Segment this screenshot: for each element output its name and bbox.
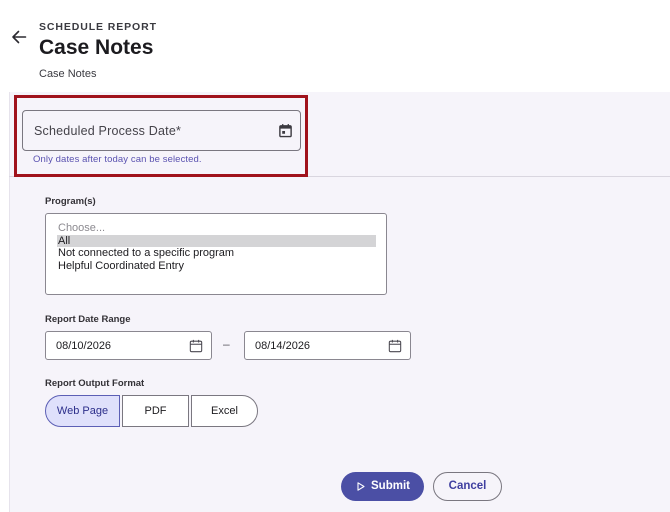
page-title: Case Notes: [39, 36, 154, 59]
programs-listbox[interactable]: Choose... All Not connected to a specifi…: [45, 213, 387, 295]
start-date-input[interactable]: 08/10/2026: [45, 331, 212, 360]
program-option-all[interactable]: All: [57, 234, 376, 247]
program-option-helpful-coordinated-entry[interactable]: Helpful Coordinated Entry: [57, 260, 376, 273]
start-date-value: 08/10/2026: [56, 340, 112, 352]
back-button[interactable]: [9, 27, 29, 47]
calendar-icon[interactable]: [189, 339, 203, 353]
submit-button[interactable]: Submit: [341, 472, 424, 501]
cancel-button[interactable]: Cancel: [433, 472, 502, 501]
submit-label: Submit: [371, 480, 410, 492]
format-pdf-button[interactable]: PDF: [122, 395, 189, 427]
program-option-not-connected[interactable]: Not connected to a specific program: [57, 247, 376, 260]
schedule-report-page: SCHEDULE REPORT Case Notes Case Notes Sc…: [0, 0, 670, 512]
page-eyebrow: SCHEDULE REPORT: [39, 21, 157, 33]
end-date-input[interactable]: 08/14/2026: [244, 331, 411, 360]
end-date-value: 08/14/2026: [255, 340, 311, 352]
calendar-icon[interactable]: [388, 339, 402, 353]
format-web-page-button[interactable]: Web Page: [45, 395, 120, 427]
report-date-range-label: Report Date Range: [45, 314, 131, 325]
output-format-label: Report Output Format: [45, 378, 145, 389]
date-range-separator: –: [223, 337, 230, 351]
format-excel-button[interactable]: Excel: [191, 395, 258, 427]
programs-label: Program(s): [45, 196, 96, 207]
page-subtitle: Case Notes: [39, 68, 97, 80]
arrow-left-icon: [12, 30, 27, 44]
highlight-box: [14, 95, 308, 177]
program-option-choose[interactable]: Choose...: [57, 222, 376, 235]
play-icon: [357, 482, 365, 491]
